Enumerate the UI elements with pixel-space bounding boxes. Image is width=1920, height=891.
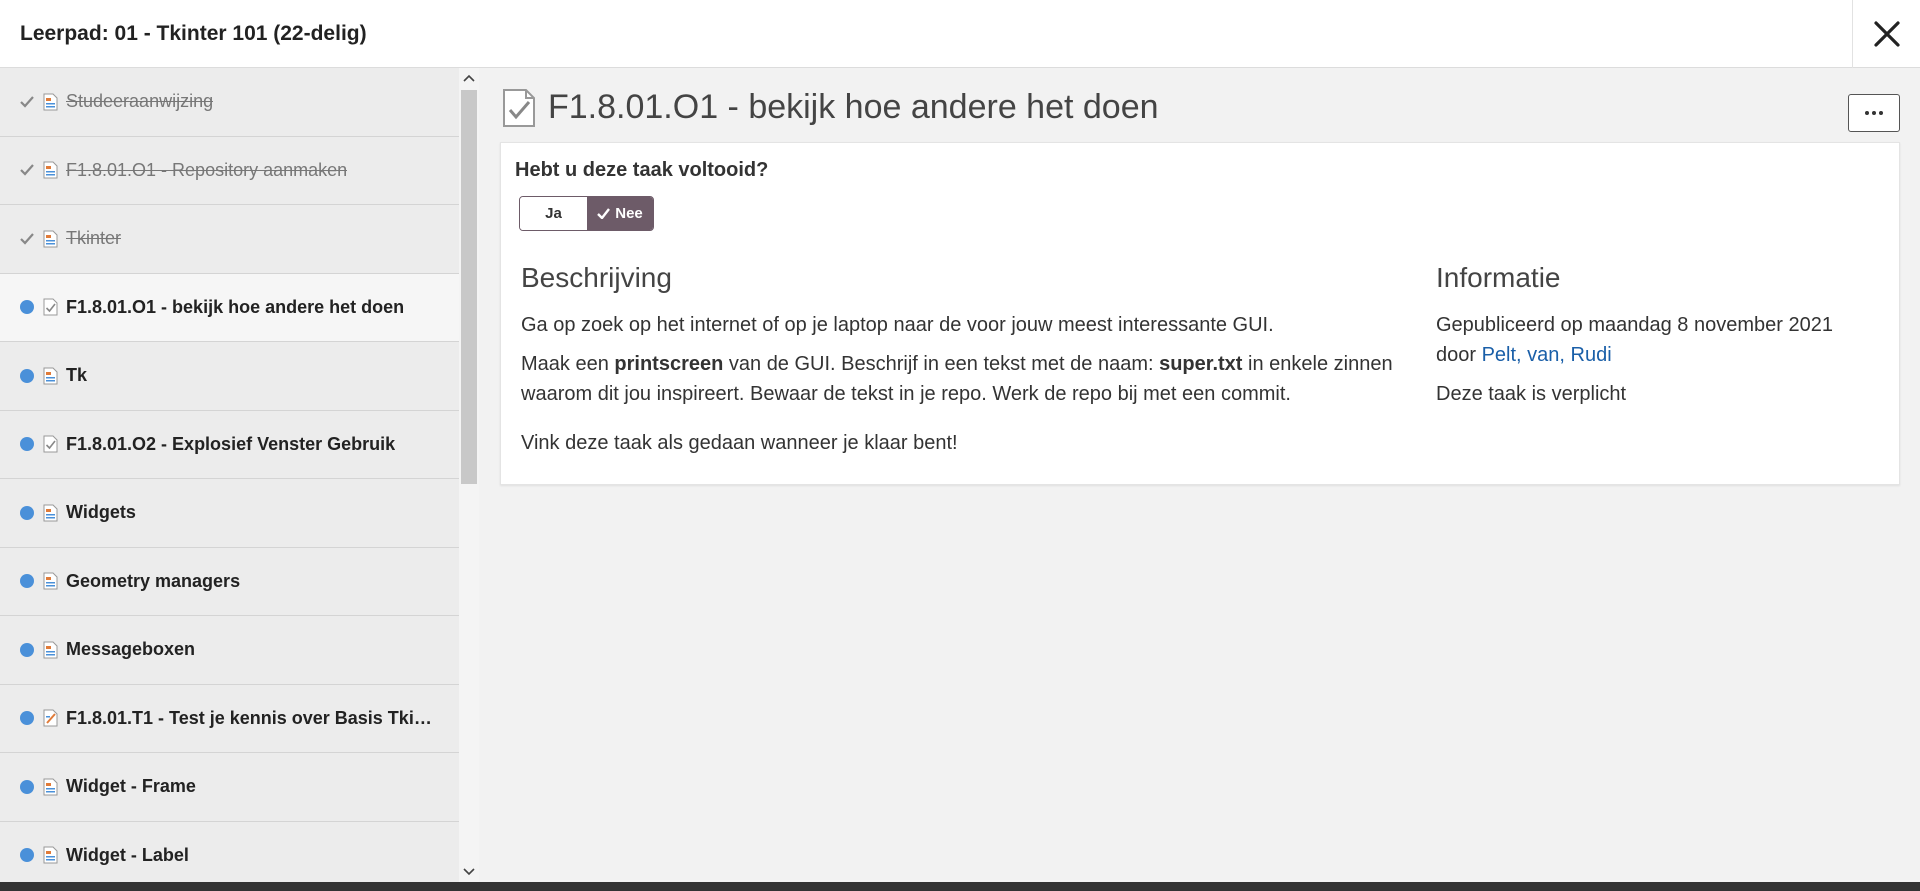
info-heading: Informatie	[1436, 262, 1561, 293]
sidebar[interactable]: Studeeraanwijzing F1.8.01.O1 - Repository…	[0, 68, 459, 882]
sidebar-item[interactable]: F1.8.01.O2 - Explosief Venster Gebruik	[0, 411, 459, 479]
sidebar-item-label: Tk	[66, 365, 88, 386]
toggle-no-label: Nee	[615, 205, 643, 222]
document-icon	[43, 367, 58, 385]
status-dot-icon	[19, 711, 34, 726]
close-icon[interactable]	[1873, 20, 1901, 48]
task-card: Hebt u deze taak voltooid? Ja Nee Beschr…	[500, 142, 1900, 485]
status-dot-icon	[19, 505, 34, 520]
sidebar-item-label: Widgets	[66, 502, 136, 523]
status-dot-icon	[19, 779, 34, 794]
chevron-down-icon[interactable]	[463, 868, 475, 876]
sidebar-item[interactable]: F1.8.01.O1 - Repository aanmaken	[0, 137, 459, 205]
info-mandatory: Deze taak is verplicht	[1436, 383, 1627, 405]
bold-text: super.txt	[1159, 353, 1243, 375]
text-run: Maak een	[521, 353, 615, 375]
top-bar: Leerpad: 01 - Tkinter 101 (22-delig)	[0, 0, 1920, 68]
status-dot-icon	[19, 848, 34, 863]
close-button[interactable]	[1852, 0, 1920, 68]
sidebar-item[interactable]: F1.8.01.O1 - bekijk hoe andere het doen	[0, 273, 459, 342]
toggle-no-button[interactable]: Nee	[587, 197, 653, 230]
task-icon	[43, 298, 58, 316]
sidebar-item[interactable]: F1.8.01.T1 - Test je kennis over Basis T…	[0, 685, 459, 753]
ellipsis-dot[interactable]	[1879, 111, 1883, 115]
status-dot-icon	[19, 437, 34, 452]
ellipsis-dot[interactable]	[1872, 111, 1876, 115]
page-title: Leerpad: 01 - Tkinter 101 (22-delig)	[20, 22, 367, 45]
checkmark-icon	[19, 163, 34, 178]
document-icon	[43, 504, 58, 522]
sidebar-item-label: Widget - Frame	[66, 776, 196, 797]
sidebar-list: Studeeraanwijzing F1.8.01.O1 - Repository…	[0, 68, 459, 882]
document-icon	[43, 846, 58, 864]
sidebar-item-label: F1.8.01.T1 - Test je kennis over Basis T…	[66, 707, 436, 728]
sidebar-item[interactable]: Widgets	[0, 479, 459, 548]
sidebar-item-label: Widget - Label	[66, 844, 189, 865]
bottom-strip	[0, 882, 1920, 891]
author-link[interactable]: Pelt, van, Rudi	[1482, 344, 1612, 366]
chevron-up-icon[interactable]	[463, 74, 475, 82]
sidebar-item-label: Studeeraanwijzing	[66, 91, 214, 112]
task-icon	[43, 435, 58, 453]
sidebar-item[interactable]: Tkinter	[0, 205, 459, 274]
description-paragraph-3: Vink deze taak als gedaan wanneer je kla…	[521, 432, 958, 454]
scroll-down-arrow[interactable]	[459, 864, 479, 880]
scrollbar-thumb[interactable]	[461, 90, 477, 484]
description-paragraph-2: Maak een printscreen van de GUI. Beschri…	[521, 349, 1421, 409]
info-published: Gepubliceerd op maandag 8 november 2021 …	[1436, 310, 1866, 370]
content-title: F1.8.01.O1 - bekijk hoe andere het doen	[548, 88, 1159, 126]
sidebar-item[interactable]: Geometry managers	[0, 548, 459, 616]
status-dot-icon	[19, 642, 34, 657]
sidebar-item[interactable]: Widget - Frame	[0, 753, 459, 822]
content-header: F1.8.01.O1 - bekijk hoe andere het doen	[502, 86, 1902, 132]
document-icon	[43, 230, 58, 248]
document-icon	[43, 778, 58, 796]
scroll-up-arrow[interactable]	[459, 70, 479, 86]
more-options-button[interactable]	[1848, 94, 1900, 132]
test-icon	[43, 709, 58, 727]
sidebar-item-label: F1.8.01.O1 - bekijk hoe andere het doen	[66, 296, 405, 317]
toggle-yes-button[interactable]: Ja	[520, 197, 587, 230]
sidebar-item-label: Tkinter	[66, 228, 122, 249]
sidebar-item[interactable]: Studeeraanwijzing	[0, 68, 459, 137]
status-dot-icon	[19, 574, 34, 589]
sidebar-item-label: Geometry managers	[66, 570, 241, 591]
text-run: van de GUI. Beschrijf in een tekst met d…	[723, 353, 1160, 375]
sidebar-item[interactable]: Messageboxen	[0, 616, 459, 685]
sidebar-item[interactable]: Widget - Label	[0, 822, 459, 883]
status-dot-icon	[19, 368, 34, 383]
check-icon	[597, 208, 611, 219]
sidebar-item-label: Messageboxen	[66, 639, 196, 660]
sidebar-item[interactable]: Tk	[0, 342, 459, 411]
status-dot-icon	[19, 300, 34, 315]
document-icon	[43, 161, 58, 179]
sidebar-item-label: F1.8.01.O2 - Explosief Venster Gebruik	[66, 433, 396, 454]
completion-toggle[interactable]: Ja Nee	[519, 196, 654, 231]
description-heading: Beschrijving	[521, 262, 672, 293]
checkmark-icon	[19, 231, 34, 246]
ellipsis-icon[interactable]	[1865, 111, 1869, 115]
bold-text: printscreen	[614, 353, 724, 375]
description-paragraph-1: Ga op zoek op het internet of op je lapt…	[521, 314, 1274, 336]
document-icon	[43, 572, 58, 590]
checkmark-icon	[19, 94, 34, 109]
document-icon	[43, 93, 58, 111]
completion-question: Hebt u deze taak voltooid?	[515, 159, 769, 181]
sidebar-item-label: F1.8.01.O1 - Repository aanmaken	[66, 159, 348, 180]
document-icon	[43, 641, 58, 659]
sidebar-scrollbar[interactable]	[459, 68, 479, 882]
task-icon	[503, 89, 535, 127]
